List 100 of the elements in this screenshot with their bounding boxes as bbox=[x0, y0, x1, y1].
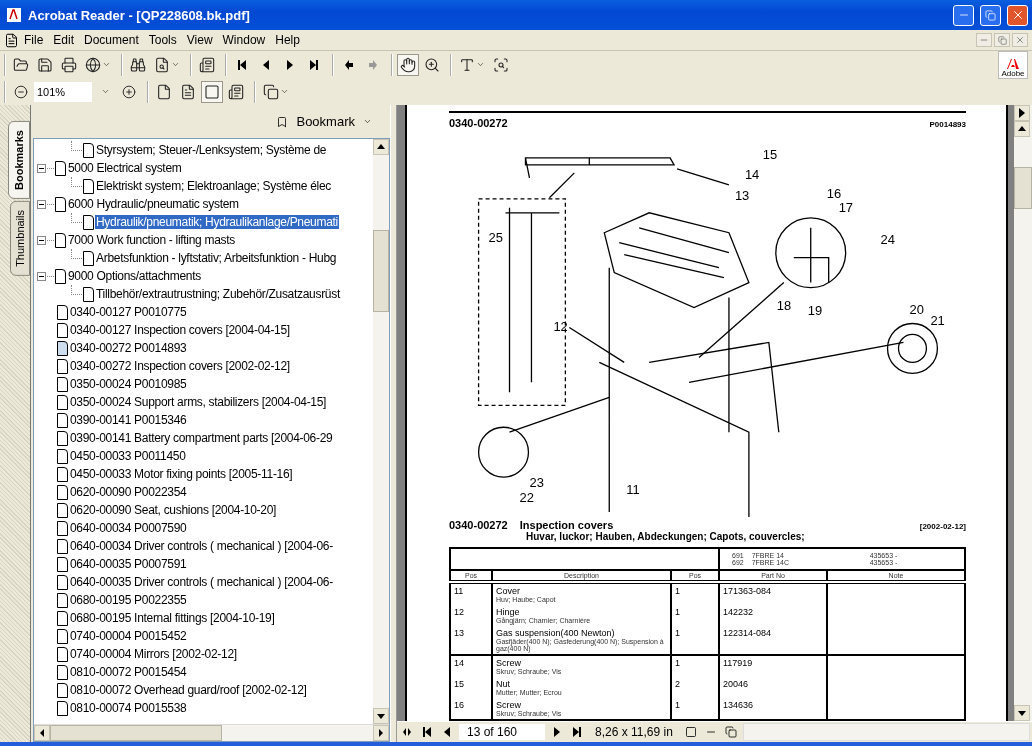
close-button[interactable] bbox=[1012, 33, 1028, 47]
menu-item[interactable]: Window bbox=[217, 33, 271, 47]
scrollbar-thumb[interactable] bbox=[373, 230, 389, 312]
bookmark-item[interactable]: 0640-00035 P0007591 bbox=[69, 557, 188, 571]
bookmark-item[interactable]: Hydraulik/pneumatik; Hydraulikanlage/Pneumati bbox=[95, 215, 339, 229]
globe-icon bbox=[85, 56, 101, 73]
page-icon bbox=[83, 178, 94, 194]
bookmark-item[interactable]: Tillbehör/extrautrustning; Zubehör/Zusatzausrüst bbox=[95, 287, 341, 301]
menu-item[interactable]: View bbox=[181, 33, 218, 47]
scroll-down-button[interactable] bbox=[373, 708, 389, 724]
bookmark-item[interactable]: 0620-00090 P0022354 bbox=[69, 485, 188, 499]
page-icon bbox=[156, 83, 172, 100]
callout-number: 11 bbox=[626, 482, 640, 498]
bookmark-item[interactable]: 0740-00004 P0015452 bbox=[69, 629, 188, 643]
menu-item[interactable]: Document bbox=[79, 33, 144, 47]
bookmark-item[interactable]: Arbetsfunktion - lyftstativ; Arbeitsfunktion - Hubg bbox=[95, 251, 338, 265]
bookmark-item[interactable]: 0810-00074 P0015538 bbox=[69, 701, 188, 715]
bookmark-item[interactable]: 0340-00127 Inspection covers [2004-04-15] bbox=[69, 323, 291, 337]
bookmark-item[interactable]: 0390-00141 Battery compartment parts [2004-06-29 bbox=[69, 431, 334, 445]
table-cell: 15 bbox=[454, 679, 464, 689]
bookmark-item[interactable]: 0810-00072 Overhead guard/roof [2002-02-12] bbox=[69, 683, 308, 697]
callout-number: 23 bbox=[529, 475, 544, 491]
split-button[interactable] bbox=[1014, 105, 1030, 121]
page-icon bbox=[55, 268, 66, 284]
bookmark-item[interactable]: Styrsystem; Steuer-/Lenksystem; Système de bbox=[95, 143, 328, 157]
bookmark-item[interactable]: 0450-00033 Motor fixing points [2005-11-16] bbox=[69, 467, 294, 481]
callout-number: 22 bbox=[519, 490, 534, 506]
callout-number: 24 bbox=[880, 231, 895, 247]
last-page-icon bbox=[310, 59, 318, 70]
menu-item[interactable]: Tools bbox=[143, 33, 182, 47]
scrollbar-thumb[interactable] bbox=[1014, 167, 1032, 209]
scroll-up-button[interactable] bbox=[1014, 121, 1030, 137]
bookmark-item[interactable]: 0640-00034 P0007590 bbox=[69, 521, 188, 535]
bookmark-item[interactable]: 0340-00272 P0014893 bbox=[69, 341, 188, 355]
table-cell: 1 bbox=[675, 658, 680, 668]
bookmark-item[interactable]: 9000 Options/attachments bbox=[67, 269, 202, 283]
app-icon bbox=[6, 7, 22, 23]
side-tab[interactable]: Bookmarks bbox=[8, 121, 30, 199]
left-triangle-icon bbox=[443, 727, 451, 737]
facing-button[interactable] bbox=[722, 724, 739, 740]
menu-item[interactable]: Help bbox=[270, 33, 305, 47]
part-name: Nut bbox=[496, 679, 511, 689]
part-name: Screw bbox=[496, 658, 522, 668]
side-tab[interactable]: Thumbnails bbox=[10, 200, 30, 276]
table-cell: 171363-084 bbox=[723, 586, 772, 596]
bookmark-item[interactable]: 0640-00034 Driver controls ( mechanical ) [2004-06- bbox=[69, 539, 334, 553]
scroll-up-button[interactable] bbox=[373, 139, 389, 155]
callout-number: 15 bbox=[762, 146, 778, 162]
scroll-down-button[interactable] bbox=[1014, 705, 1030, 721]
bookmark-item[interactable]: 0390-00141 P0015346 bbox=[69, 413, 188, 427]
bookmark-item[interactable]: 0620-00090 Seat, cushions [2004-10-20] bbox=[69, 503, 278, 517]
right-triangle-icon bbox=[553, 727, 561, 737]
bookmark-item[interactable]: 7000 Work function - lifting masts bbox=[67, 233, 236, 247]
bookmark-item[interactable]: 0680-00195 Internal fittings [2004-10-19] bbox=[69, 611, 276, 625]
last-page-icon bbox=[573, 727, 581, 737]
zoom-out-icon bbox=[14, 84, 28, 99]
scroll-right-button[interactable] bbox=[373, 725, 389, 741]
caret-icon bbox=[476, 60, 485, 69]
left-triangle-icon bbox=[38, 728, 46, 738]
bookmark-item[interactable]: 0350-00024 P0010985 bbox=[69, 377, 188, 391]
caret-icon bbox=[100, 87, 110, 96]
bookmark-item[interactable]: Elektriskt system; Elektroanlage; Système élec bbox=[95, 179, 332, 193]
bookmark-item[interactable]: 0740-00004 Mirrors [2002-02-12] bbox=[69, 647, 238, 661]
bookmark-item[interactable]: 0640-00035 Driver controls ( mechanical ) [2004-06- bbox=[69, 575, 334, 589]
up-triangle-icon bbox=[377, 142, 385, 152]
section-code: 0340-00272 bbox=[449, 519, 508, 531]
bookmark-item[interactable]: 0340-00127 P0010775 bbox=[69, 305, 188, 319]
callout-number: 19 bbox=[807, 302, 823, 318]
section-title: Inspection covers bbox=[519, 519, 614, 531]
bookmark-item[interactable]: 0810-00072 P0015454 bbox=[69, 665, 188, 679]
bookmark-item[interactable]: 0350-00024 Support arms, stabilizers [2004-04-15] bbox=[69, 395, 328, 409]
menu-item[interactable]: File bbox=[19, 33, 49, 47]
bookmark-item[interactable]: 0680-00195 P0022355 bbox=[69, 593, 188, 607]
bookmark-item[interactable]: 5000 Electrical system bbox=[67, 161, 183, 175]
scroll-left-button[interactable] bbox=[34, 725, 50, 741]
bookmark-item[interactable]: 0340-00272 Inspection covers [2002-02-12] bbox=[69, 359, 291, 373]
bookmark-menu-button[interactable]: Bookmark bbox=[270, 113, 378, 130]
zoom-field[interactable]: 101% bbox=[34, 81, 92, 102]
bookmark-icon bbox=[276, 115, 289, 128]
page-icon bbox=[83, 142, 94, 158]
right-triangle-icon bbox=[286, 59, 294, 70]
restore-icon bbox=[997, 35, 1007, 45]
table-cell: 134636 bbox=[723, 700, 754, 710]
menu-item[interactable]: Edit bbox=[48, 33, 80, 47]
tool-button[interactable] bbox=[397, 53, 419, 76]
table-cell: 11 bbox=[454, 586, 464, 596]
right-triangle-icon bbox=[1018, 108, 1026, 118]
adobe-logo: Adobe bbox=[998, 50, 1028, 79]
restore-icon bbox=[985, 9, 996, 21]
bookmark-item[interactable]: 0450-00033 P0011450 bbox=[69, 449, 187, 463]
first-page-icon bbox=[423, 727, 431, 737]
up-triangle-icon bbox=[1018, 124, 1026, 134]
zoom-in-icon bbox=[122, 84, 136, 99]
page-number-field[interactable]: 13 of 160 bbox=[459, 724, 545, 740]
caret-icon bbox=[171, 60, 180, 69]
bookmark-item[interactable]: 6000 Hydraulic/pneumatic system bbox=[67, 197, 240, 211]
down-triangle-icon bbox=[1018, 708, 1026, 718]
down-triangle-icon bbox=[377, 711, 385, 721]
split-icon bbox=[403, 727, 411, 737]
scrollbar-thumb[interactable] bbox=[50, 725, 222, 741]
